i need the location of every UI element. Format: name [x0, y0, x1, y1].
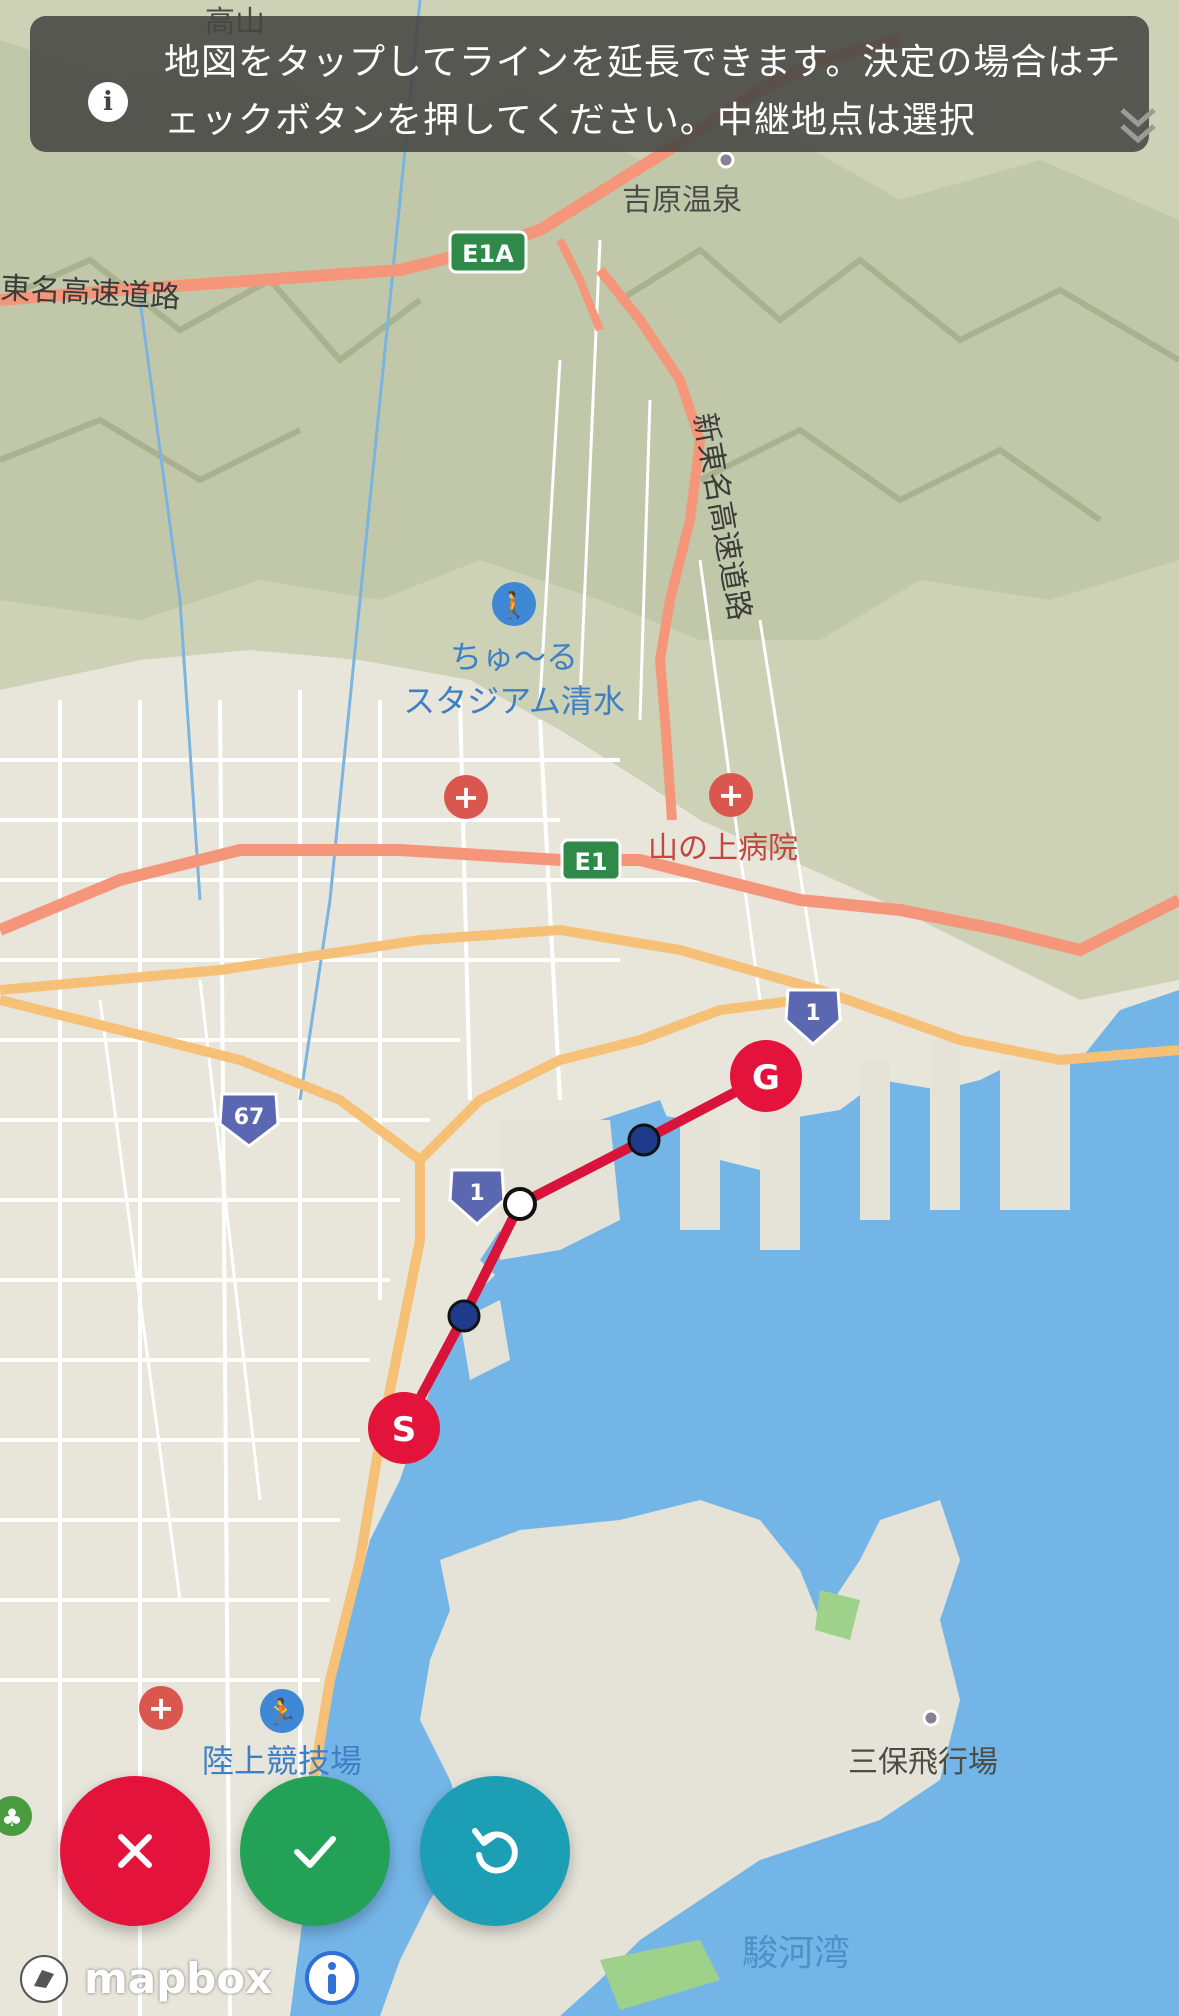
hospital-poi-south: +: [139, 1686, 183, 1730]
label-yoshiwara-onsen: 吉原温泉: [622, 183, 742, 218]
hospital-poi: +: [444, 775, 488, 819]
hospital-cross-icon: +: [718, 776, 745, 814]
mapbox-logo[interactable]: mapbox: [14, 1952, 274, 2006]
instruction-message: 地図をタップしてラインを延長できます。決定の場合はチェックボタンを押してください…: [164, 42, 1122, 136]
label-stadium-line1: ちゅ～る: [450, 638, 578, 676]
svg-text:E1A: E1A: [462, 240, 514, 268]
route-waypoint[interactable]: [447, 1299, 481, 1333]
shield-e1: E1: [560, 838, 622, 882]
svg-text:67: 67: [234, 1105, 265, 1130]
route-waypoint[interactable]: [627, 1123, 661, 1157]
hospital-cross-icon: +: [148, 1689, 175, 1727]
svg-text:E1: E1: [574, 848, 607, 876]
tree-icon: ♣: [1, 1804, 23, 1832]
label-miho-airfield: 三保飛行場: [848, 1745, 998, 1780]
stadium-walk-icon: 🚶: [498, 590, 530, 621]
label-yamanoue-hospital: 山の上病院: [648, 831, 798, 866]
svg-text:G: G: [752, 1058, 780, 1098]
info-icon: i: [88, 82, 128, 122]
mapbox-logo-text: mapbox: [84, 1954, 273, 2003]
confirm-button[interactable]: [240, 1776, 390, 1926]
pier: [930, 1040, 960, 1210]
label-suruga-bay: 駿河湾: [742, 1933, 850, 1974]
mapbox-mark-icon: [20, 1955, 68, 2003]
shield-e1a: E1A: [448, 230, 528, 274]
pier: [1000, 1060, 1070, 1210]
pier: [860, 1060, 890, 1220]
start-marker[interactable]: S: [368, 1392, 440, 1464]
map-canvas[interactable]: 高山 吉原温泉 東名高速道路 新東名高速道路 🚶 ちゅ～る スタジアム清水 + …: [0, 0, 1179, 2016]
cancel-button[interactable]: [60, 1776, 210, 1926]
pier: [680, 1120, 720, 1230]
svg-text:1: 1: [805, 1001, 820, 1026]
check-icon: [294, 1836, 336, 1868]
runner-icon: 🏃: [266, 1697, 298, 1728]
close-icon: [118, 1834, 152, 1868]
hospital-cross-icon: +: [453, 778, 480, 816]
undo-button[interactable]: [420, 1776, 570, 1926]
label-stadium-line2: スタジアム清水: [403, 682, 625, 720]
label-athletics-stadium: 陸上競技場: [202, 1742, 362, 1780]
undo-icon: [472, 1828, 518, 1874]
chevron-double-down-icon[interactable]: [1118, 104, 1158, 154]
svg-text:S: S: [392, 1410, 417, 1450]
route-waypoint-selected[interactable]: [503, 1187, 537, 1221]
goal-marker[interactable]: G: [730, 1040, 802, 1112]
instruction-banner[interactable]: i 地図をタップしてラインを延長できます。決定の場合はチェックボタンを押してくだ…: [30, 16, 1156, 152]
info-circle-icon[interactable]: [304, 1950, 360, 2006]
svg-text:1: 1: [469, 1181, 484, 1206]
